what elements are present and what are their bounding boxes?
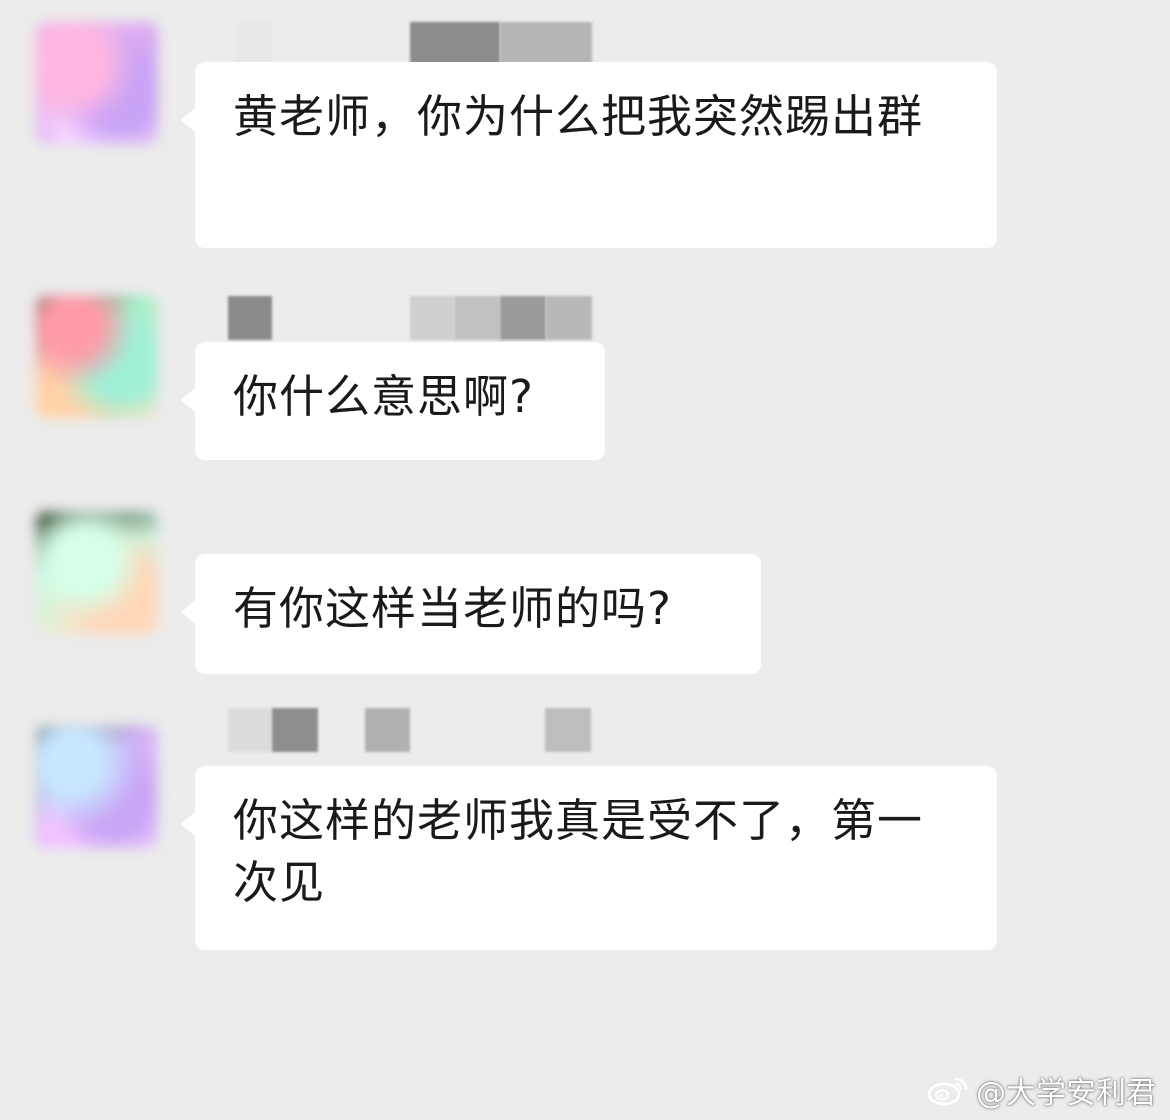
message-text: 黄老师，你为什么把我突然踢出群	[233, 90, 924, 143]
sender-name-redacted	[195, 708, 615, 752]
sender-name-redacted	[195, 296, 615, 340]
message-text: 你这样的老师我真是受不了，第一次见	[233, 794, 924, 909]
watermark-text: @大学安利君	[976, 1076, 1156, 1111]
chat-window: 黄老师，你为什么把我突然踢出群 你什么意思啊? 有你这样当老师的吗? 你这样的老…	[0, 0, 1170, 1120]
message-text: 你什么意思啊?	[233, 370, 534, 423]
message-bubble[interactable]: 有你这样当老师的吗?	[181, 554, 761, 674]
weibo-icon	[927, 1077, 968, 1106]
message-bubble[interactable]: 你什么意思啊?	[181, 342, 605, 460]
watermark: @大学安利君	[926, 1068, 1156, 1112]
avatar[interactable]	[36, 512, 158, 634]
avatar[interactable]	[36, 22, 158, 144]
message-bubble[interactable]: 黄老师，你为什么把我突然踢出群	[181, 62, 997, 248]
message-bubble[interactable]: 你这样的老师我真是受不了，第一次见	[181, 766, 997, 950]
avatar[interactable]	[36, 296, 158, 418]
sender-name-redacted	[195, 22, 615, 66]
avatar[interactable]	[36, 726, 158, 848]
message-text: 有你这样当老师的吗?	[233, 582, 672, 635]
